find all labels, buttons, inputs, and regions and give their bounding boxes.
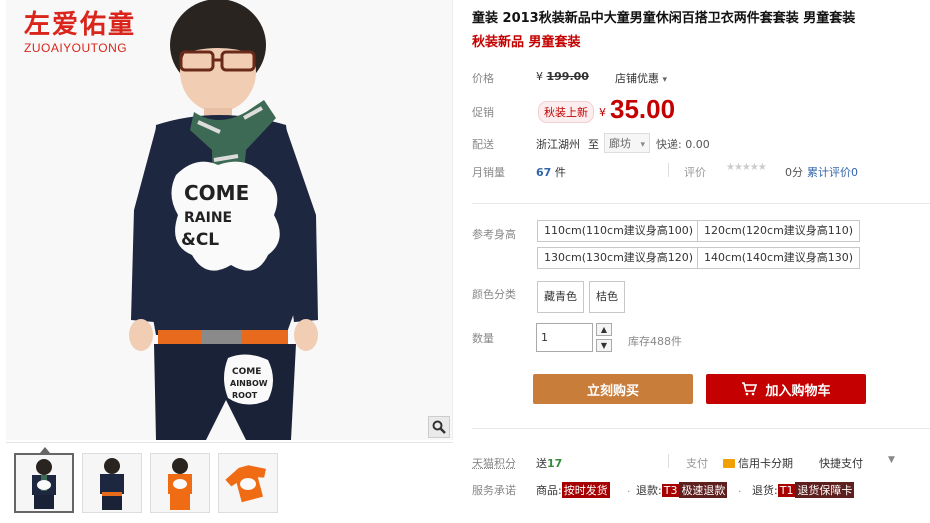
svg-text:AINBOW: AINBOW — [230, 379, 268, 388]
size-option-140[interactable]: 140cm(140cm建议身高130) — [697, 247, 861, 269]
size-option-120[interactable]: 120cm(120cm建议身高110) — [697, 220, 861, 242]
ship-from: 浙江湖州 — [536, 138, 580, 151]
section-divider — [472, 428, 930, 429]
service-refund-label: 退款: — [636, 484, 662, 497]
svg-text:&CL: &CL — [181, 230, 219, 250]
service-refund-badge: 极速退款 — [679, 482, 728, 498]
return-t1-badge: T1 — [777, 484, 796, 497]
points-prefix: 送 — [536, 457, 547, 470]
product-gallery: COME RAINE &CL COME AINBOW ROOT 左爱佑童 ZUO… — [6, 0, 453, 523]
express-fee: 快递: 0.00 — [656, 138, 710, 151]
promo-label: 促销 — [472, 106, 494, 119]
destination-city: 廊坊 — [609, 137, 631, 150]
original-price: ¥ 199.00 — [536, 70, 589, 83]
main-product-image[interactable]: COME RAINE &CL COME AINBOW ROOT 左爱佑童 ZUO… — [6, 0, 453, 440]
rating-score: 0分 — [785, 166, 803, 179]
review-label: 评价 — [684, 166, 706, 179]
yen-sign: ¥ — [536, 70, 543, 83]
destination-city-select[interactable]: 廊坊 ▾ — [604, 133, 651, 153]
thumbnail-2[interactable] — [82, 453, 142, 513]
svg-text:COME: COME — [232, 367, 261, 377]
chevron-up-icon: ▲ — [600, 324, 608, 334]
brand-name-cn: 左爱佑童 — [24, 10, 137, 40]
delivery-label: 配送 — [472, 138, 494, 151]
service-return: 退货: T1 退货保障卡 — [752, 482, 855, 498]
points-value: 17 — [547, 457, 563, 470]
quantity-decrease-button[interactable]: ▼ — [596, 339, 612, 352]
thumbnail-3[interactable] — [150, 453, 210, 513]
ship-to-label: 至 — [588, 138, 599, 151]
buy-now-button[interactable]: 立刻购买 — [533, 374, 693, 404]
service-return-label: 退货: — [752, 484, 778, 497]
promo-tag: 秋装上新 — [538, 101, 594, 123]
service-return-badge: 退货保障卡 — [795, 482, 855, 498]
divider — [668, 163, 669, 177]
quantity-input[interactable]: 1 — [536, 323, 593, 352]
total-reviews-link[interactable]: 累计评价0 — [807, 164, 858, 180]
chevron-down-icon: ▾ — [640, 140, 646, 150]
quantity-label: 数量 — [472, 332, 494, 345]
original-price-value: 199.00 — [546, 70, 589, 83]
chevron-down-icon: ▾ — [662, 75, 668, 85]
points-reward: 送17 — [536, 455, 562, 471]
chevron-down-icon: ▼ — [600, 340, 608, 350]
section-divider — [472, 203, 930, 204]
brand-name-en: ZUOAIYOUTONG — [24, 41, 128, 55]
boy-in-tracksuit-photo: COME RAINE &CL COME AINBOW ROOT — [6, 0, 452, 440]
color-label: 颜色分类 — [472, 288, 516, 301]
svg-text:COME: COME — [184, 181, 249, 205]
promo-yen-sign: ¥ — [599, 106, 606, 119]
magnifier-icon — [432, 420, 446, 434]
credit-installment-label: 信用卡分期 — [738, 457, 793, 470]
divider — [668, 454, 669, 468]
shop-discount-label: 店铺优惠 — [615, 72, 659, 85]
stock-count: 库存488件 — [628, 335, 682, 348]
monthly-sales: 67 件 — [536, 164, 566, 180]
price-label: 价格 — [472, 72, 494, 85]
rating-stars-icon: ★★★★★ — [726, 162, 767, 173]
color-option-orange[interactable]: 桔色 — [589, 281, 625, 313]
thumb-front-photo — [16, 455, 72, 511]
thumb-orange-photo — [151, 454, 209, 512]
size-option-110[interactable]: 110cm(110cm建议身高100) — [537, 220, 701, 242]
size-label: 参考身高 — [472, 228, 516, 241]
size-option-130[interactable]: 130cm(130cm建议身高120) — [537, 247, 701, 269]
thumbnail-1[interactable] — [14, 453, 74, 513]
product-title: 童装 2013秋装新品中大童男童休闲百搭卫衣两件套套装 男童套装 — [472, 11, 856, 26]
cart-icon — [742, 382, 758, 396]
svg-text:ROOT: ROOT — [232, 391, 258, 400]
svg-text:RAINE: RAINE — [184, 210, 232, 226]
service-promise-label: 服务承诺 — [472, 484, 516, 497]
brand-logo: 左爱佑童 ZUOAIYOUTONG — [24, 10, 136, 55]
thumb-back-photo — [83, 454, 141, 512]
credit-card-icon — [723, 459, 735, 468]
promo-price: 35.00 — [610, 94, 676, 124]
add-to-cart-label: 加入购物车 — [765, 383, 831, 399]
chevron-down-icon[interactable]: ▼ — [888, 455, 895, 465]
service-goods: 商品: 按时发货 — [536, 482, 610, 498]
shop-discount-dropdown[interactable]: 店铺优惠 ▾ — [615, 70, 667, 86]
refund-t3-badge: T3 — [661, 484, 680, 497]
credit-installment[interactable]: 信用卡分期 — [723, 455, 793, 471]
fast-pay-label[interactable]: 快捷支付 — [819, 455, 863, 471]
add-to-cart-button[interactable]: 加入购物车 — [706, 374, 866, 404]
payment-label: 支付 — [686, 457, 708, 470]
service-goods-label: 商品: — [536, 484, 562, 497]
thumb-flat-orange-photo — [219, 454, 277, 512]
monthly-sales-unit: 件 — [554, 166, 566, 179]
dot-separator: . — [627, 482, 631, 495]
tmall-points-label[interactable]: 天猫积分 — [472, 455, 516, 471]
thumbnail-4[interactable] — [218, 453, 278, 513]
dot-separator: . — [738, 482, 742, 495]
zoom-button[interactable] — [428, 416, 450, 438]
quantity-increase-button[interactable]: ▲ — [596, 323, 612, 336]
product-subtitle: 秋装新品 男童套装 — [472, 35, 581, 50]
service-goods-badge: 按时发货 — [561, 482, 610, 498]
monthly-sales-label: 月销量 — [472, 166, 505, 179]
monthly-sales-count: 67 — [536, 166, 552, 179]
thumbnail-strip — [6, 442, 453, 523]
service-refund: 退款: T3 极速退款 — [636, 482, 728, 498]
product-info-panel: 童装 2013秋装新品中大童男童休闲百搭卫衣两件套套装 男童套装 秋装新品 男童… — [472, 0, 930, 523]
color-option-navy[interactable]: 藏青色 — [537, 281, 584, 313]
